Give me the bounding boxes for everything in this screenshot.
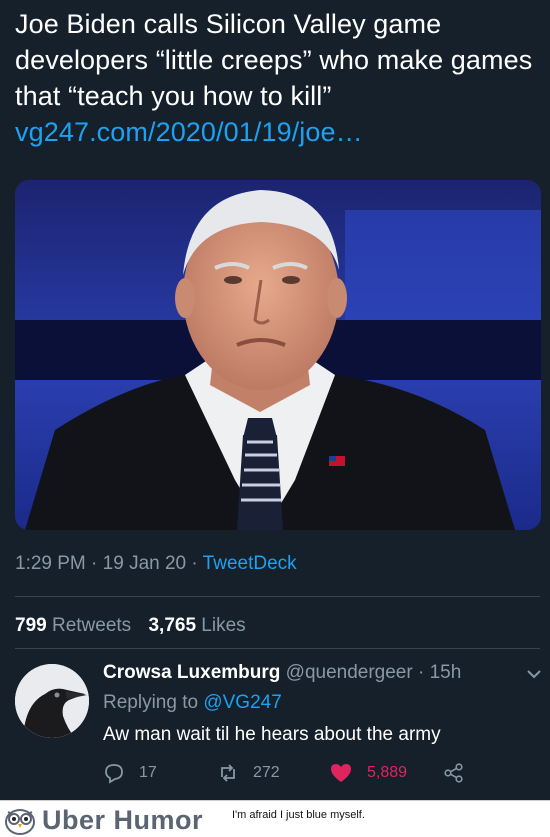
tweet-link[interactable]: vg247.com/2020/01/19/joe… [15, 114, 540, 150]
retweets-count: 799 [15, 615, 47, 636]
replying-handle[interactable]: @VG247 [203, 692, 281, 713]
reply-text: Aw man wait til he hears about the army [103, 724, 441, 745]
meta-separator: · [417, 662, 425, 683]
reply-tweet[interactable]: Crowsa Luxemburg @quendergeer · 15h Repl… [0, 650, 550, 800]
reply-count: 17 [139, 764, 157, 781]
tweet-body: Joe Biden calls Silicon Valley game deve… [15, 9, 533, 111]
owl-icon [5, 809, 35, 835]
reply-button[interactable]: 17 [103, 762, 157, 784]
heart-icon [331, 764, 351, 782]
share-button[interactable] [443, 762, 479, 784]
tweet-media-photo[interactable] [15, 180, 541, 530]
tweet-stats: 799 Retweets 3,765 Likes [15, 615, 246, 637]
tweet-meta: 1:29 PM · 19 Jan 20 · TweetDeck [15, 553, 297, 575]
retweets-label: Retweets [51, 615, 132, 636]
brand-name: Uber Humor [42, 805, 204, 835]
retweet-button[interactable]: 272 [217, 762, 280, 784]
reply-actions: 17 272 5,889 [0, 762, 550, 788]
divider [15, 596, 540, 597]
meta-separator: · [191, 553, 198, 574]
share-icon [444, 763, 463, 783]
avatar[interactable] [15, 664, 89, 738]
tweet-date: 19 Jan 20 [102, 553, 187, 574]
like-count: 5,889 [367, 764, 408, 781]
retweets-stat[interactable]: 799 Retweets [15, 615, 131, 636]
retweet-count: 272 [253, 764, 280, 781]
watermark-footer: Uber Humor I'm afraid I just blue myself… [0, 800, 550, 837]
chevron-down-icon[interactable] [524, 664, 544, 684]
reply-age: 15h [429, 662, 462, 683]
crow-avatar-image [15, 664, 89, 738]
tweet-source-app[interactable]: TweetDeck [203, 553, 297, 574]
retweet-icon [221, 764, 235, 782]
reply-icon [105, 764, 123, 784]
reply-header: Crowsa Luxemburg @quendergeer · 15h [103, 662, 461, 684]
reply-author-handle[interactable]: @quendergeer [286, 662, 413, 683]
replying-prefix: Replying to [103, 692, 199, 713]
likes-stat[interactable]: 3,765 Likes [148, 615, 245, 636]
meta-separator: · [91, 553, 98, 574]
photo-illustration [15, 180, 541, 530]
divider [15, 648, 540, 649]
likes-count: 3,765 [148, 615, 197, 636]
likes-label: Likes [201, 615, 246, 636]
replying-to: Replying to @VG247 [103, 692, 282, 714]
like-button[interactable]: 5,889 [329, 762, 407, 784]
tweet-time: 1:29 PM [15, 553, 86, 574]
tweet-text: Joe Biden calls Silicon Valley game deve… [15, 6, 540, 150]
reply-author-name[interactable]: Crowsa Luxemburg [103, 662, 280, 683]
post-caption: I'm afraid I just blue myself. [232, 809, 365, 821]
